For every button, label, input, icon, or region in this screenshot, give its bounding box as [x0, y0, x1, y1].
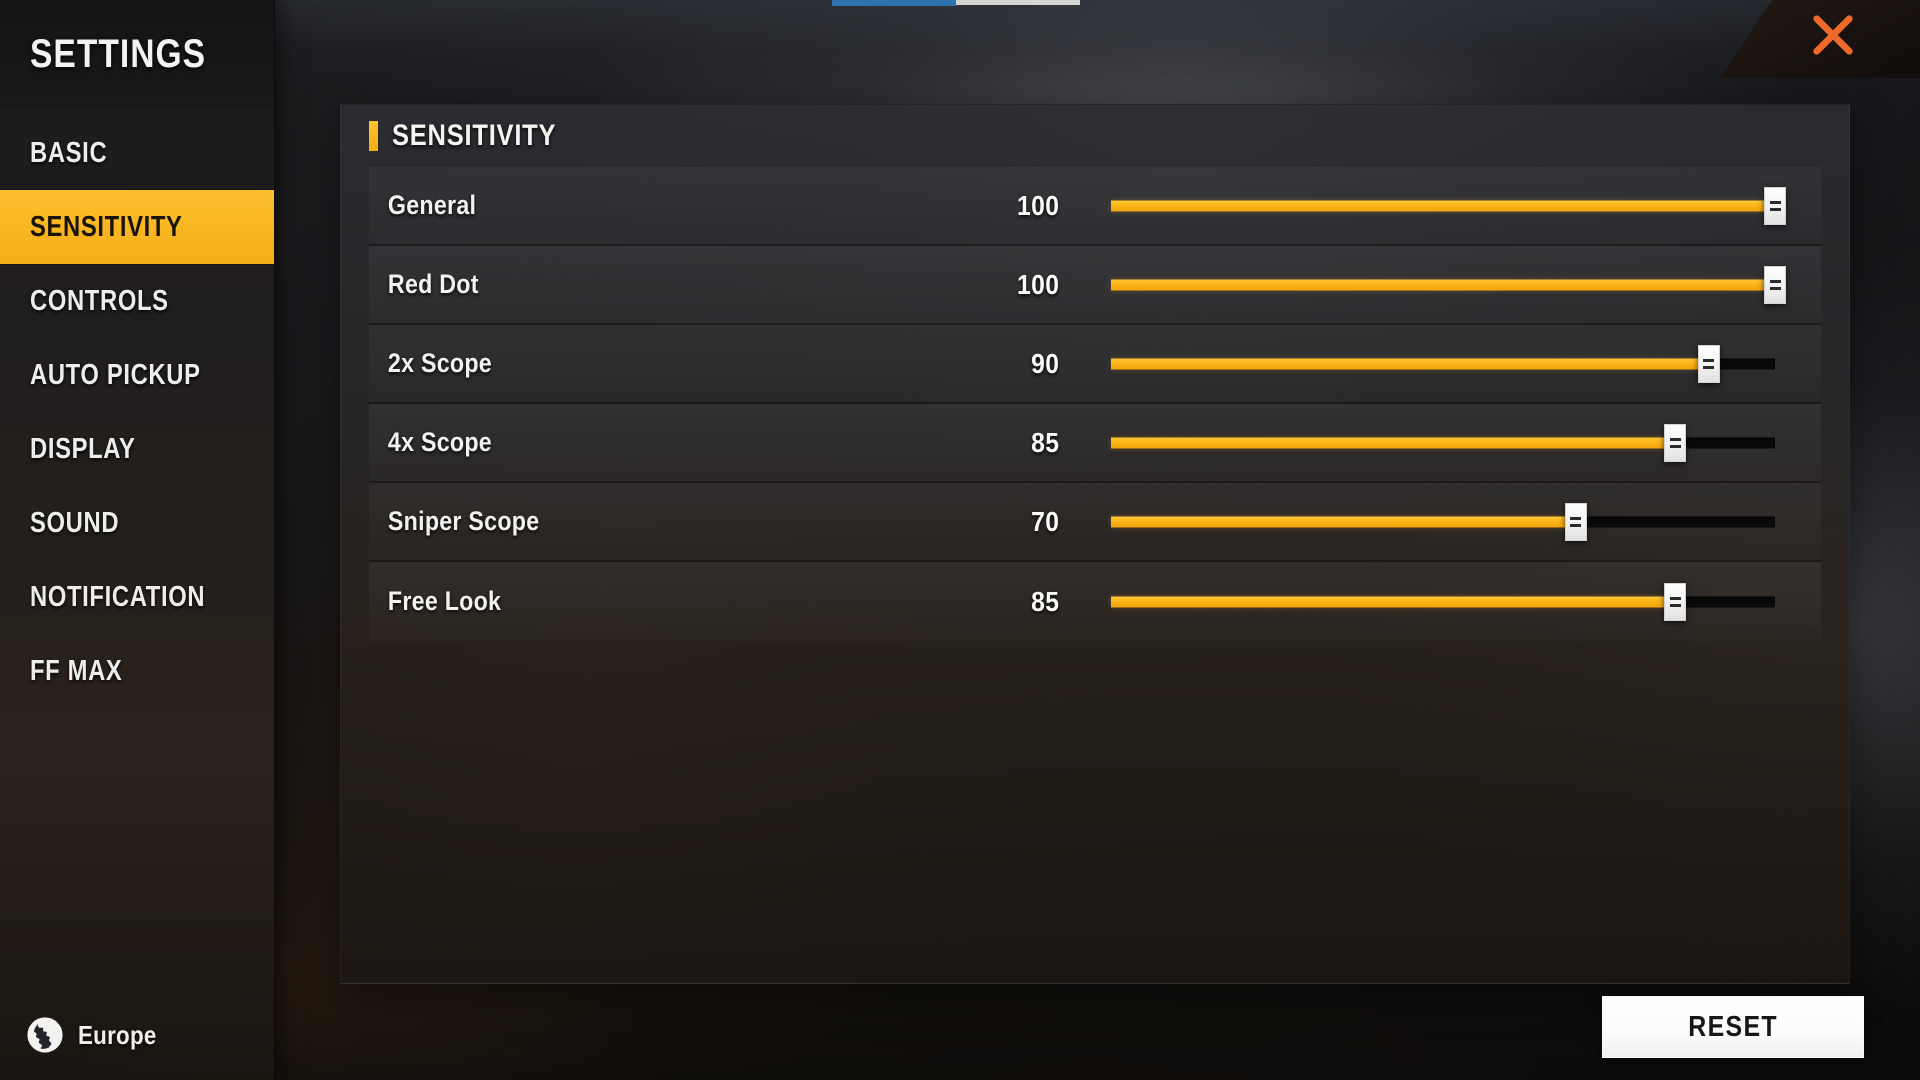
sensitivity-slider[interactable] — [1111, 264, 1786, 306]
sidebar-item-label: SENSITIVITY — [30, 210, 183, 243]
sensitivity-row: 2x Scope 90 — [369, 325, 1821, 404]
sidebar-item-sound[interactable]: SOUND — [0, 486, 274, 560]
sidebar-item-basic[interactable]: BASIC — [0, 116, 274, 190]
sidebar-item-ff-max[interactable]: FF MAX — [0, 634, 274, 708]
sensitivity-row-value: 85 — [1031, 585, 1060, 617]
slider-thumb-grip — [1669, 444, 1681, 448]
slider-thumb[interactable] — [1764, 265, 1786, 304]
slider-thumb-grip — [1703, 358, 1715, 362]
slider-track — [1111, 516, 1775, 527]
slider-fill — [1111, 516, 1576, 527]
sidebar-item-auto-pickup[interactable]: AUTO PICKUP — [0, 338, 274, 412]
sidebar-item-notification[interactable]: NOTIFICATION — [0, 560, 274, 634]
sensitivity-row-label: Free Look — [387, 586, 502, 616]
sensitivity-row: 4x Scope 85 — [369, 404, 1821, 483]
slider-thumb[interactable] — [1764, 186, 1786, 225]
sensitivity-slider[interactable] — [1111, 422, 1775, 464]
sidebar-header: SETTINGS — [0, 0, 274, 108]
sidebar-item-label: NOTIFICATION — [30, 580, 206, 613]
sensitivity-slider[interactable] — [1111, 185, 1786, 227]
sensitivity-row-label: 4x Scope — [387, 427, 492, 457]
hud-sliver-blue-segment — [832, 0, 956, 6]
slider-thumb-grip — [1570, 516, 1582, 520]
hud-sliver-white-segment — [956, 0, 1080, 5]
slider-thumb-grip — [1570, 523, 1582, 527]
globe-icon — [27, 1017, 63, 1053]
cropped-hud-sliver — [832, 0, 1080, 7]
sensitivity-panel: SENSITIVITY General 100 Red Dot 100 2x Scope… — [340, 104, 1850, 984]
background-top-glow — [0, 0, 1920, 90]
slider-thumb-grip — [1703, 365, 1715, 369]
sidebar-item-label: SOUND — [30, 506, 120, 539]
sidebar-item-label: AUTO PICKUP — [30, 358, 201, 391]
slider-thumb-grip — [1769, 286, 1781, 290]
sensitivity-slider[interactable] — [1111, 581, 1775, 623]
settings-screen: SETTINGS BASIC SENSITIVITY CONTROLS AUTO PI… — [0, 0, 1920, 1080]
slider-thumb[interactable] — [1664, 423, 1687, 462]
region-selector[interactable]: Europe — [26, 1016, 169, 1054]
reset-button-label: RESET — [1688, 1010, 1778, 1043]
slider-thumb-grip — [1669, 596, 1681, 600]
sensitivity-row: Sniper Scope 70 — [369, 483, 1821, 562]
slider-thumb-grip — [1669, 603, 1681, 607]
page-title: SETTINGS — [30, 31, 207, 76]
sensitivity-row-label: 2x Scope — [387, 348, 492, 378]
slider-thumb[interactable] — [1564, 502, 1587, 541]
slider-fill — [1111, 596, 1676, 607]
sensitivity-slider[interactable] — [1111, 501, 1775, 543]
sensitivity-rows: General 100 Red Dot 100 2x Scope 90 4x Scope 85… — [341, 167, 1849, 641]
slider-thumb-grip — [1769, 279, 1781, 283]
sensitivity-row-label: Red Dot — [387, 269, 479, 299]
sidebar-nav: BASIC SENSITIVITY CONTROLS AUTO PICKUP DISPL… — [0, 108, 274, 708]
sensitivity-row-value: 90 — [1031, 347, 1060, 379]
slider-thumb[interactable] — [1697, 344, 1720, 383]
slider-track — [1111, 200, 1775, 211]
slider-thumb-grip — [1769, 207, 1781, 211]
settings-sidebar: SETTINGS BASIC SENSITIVITY CONTROLS AUTO PI… — [0, 0, 275, 1080]
sidebar-item-label: CONTROLS — [30, 284, 169, 317]
region-label: Europe — [78, 1019, 157, 1050]
sensitivity-row: Red Dot 100 — [369, 246, 1821, 325]
slider-fill — [1111, 279, 1775, 290]
close-icon — [1813, 15, 1853, 55]
panel-header: SENSITIVITY — [341, 105, 1849, 167]
sidebar-item-display[interactable]: DISPLAY — [0, 412, 274, 486]
sensitivity-row-value: 85 — [1031, 426, 1060, 458]
slider-thumb[interactable] — [1664, 582, 1687, 621]
slider-thumb-grip — [1669, 437, 1681, 441]
reset-button[interactable]: RESET — [1602, 996, 1864, 1058]
sensitivity-row: General 100 — [369, 167, 1821, 246]
panel-title: SENSITIVITY — [392, 119, 557, 152]
sensitivity-row-value: 100 — [1016, 189, 1060, 221]
sensitivity-row-label: Sniper Scope — [387, 506, 540, 536]
sensitivity-slider[interactable] — [1111, 343, 1775, 385]
header-accent-bar — [369, 121, 378, 151]
sidebar-item-label: FF MAX — [30, 654, 123, 687]
slider-track — [1111, 279, 1775, 290]
slider-thumb-grip — [1769, 200, 1781, 204]
sidebar-item-label: DISPLAY — [30, 432, 136, 465]
slider-fill — [1111, 437, 1676, 448]
sensitivity-row-value: 100 — [1016, 268, 1060, 300]
slider-fill — [1111, 358, 1709, 369]
slider-fill — [1111, 200, 1775, 211]
sidebar-item-label: BASIC — [30, 136, 108, 169]
sidebar-item-controls[interactable]: CONTROLS — [0, 264, 274, 338]
sidebar-item-sensitivity[interactable]: SENSITIVITY — [0, 190, 274, 264]
slider-track — [1111, 358, 1775, 369]
sensitivity-row: Free Look 85 — [369, 562, 1821, 641]
sensitivity-row-label: General — [387, 190, 477, 220]
sensitivity-row-value: 70 — [1031, 505, 1060, 537]
